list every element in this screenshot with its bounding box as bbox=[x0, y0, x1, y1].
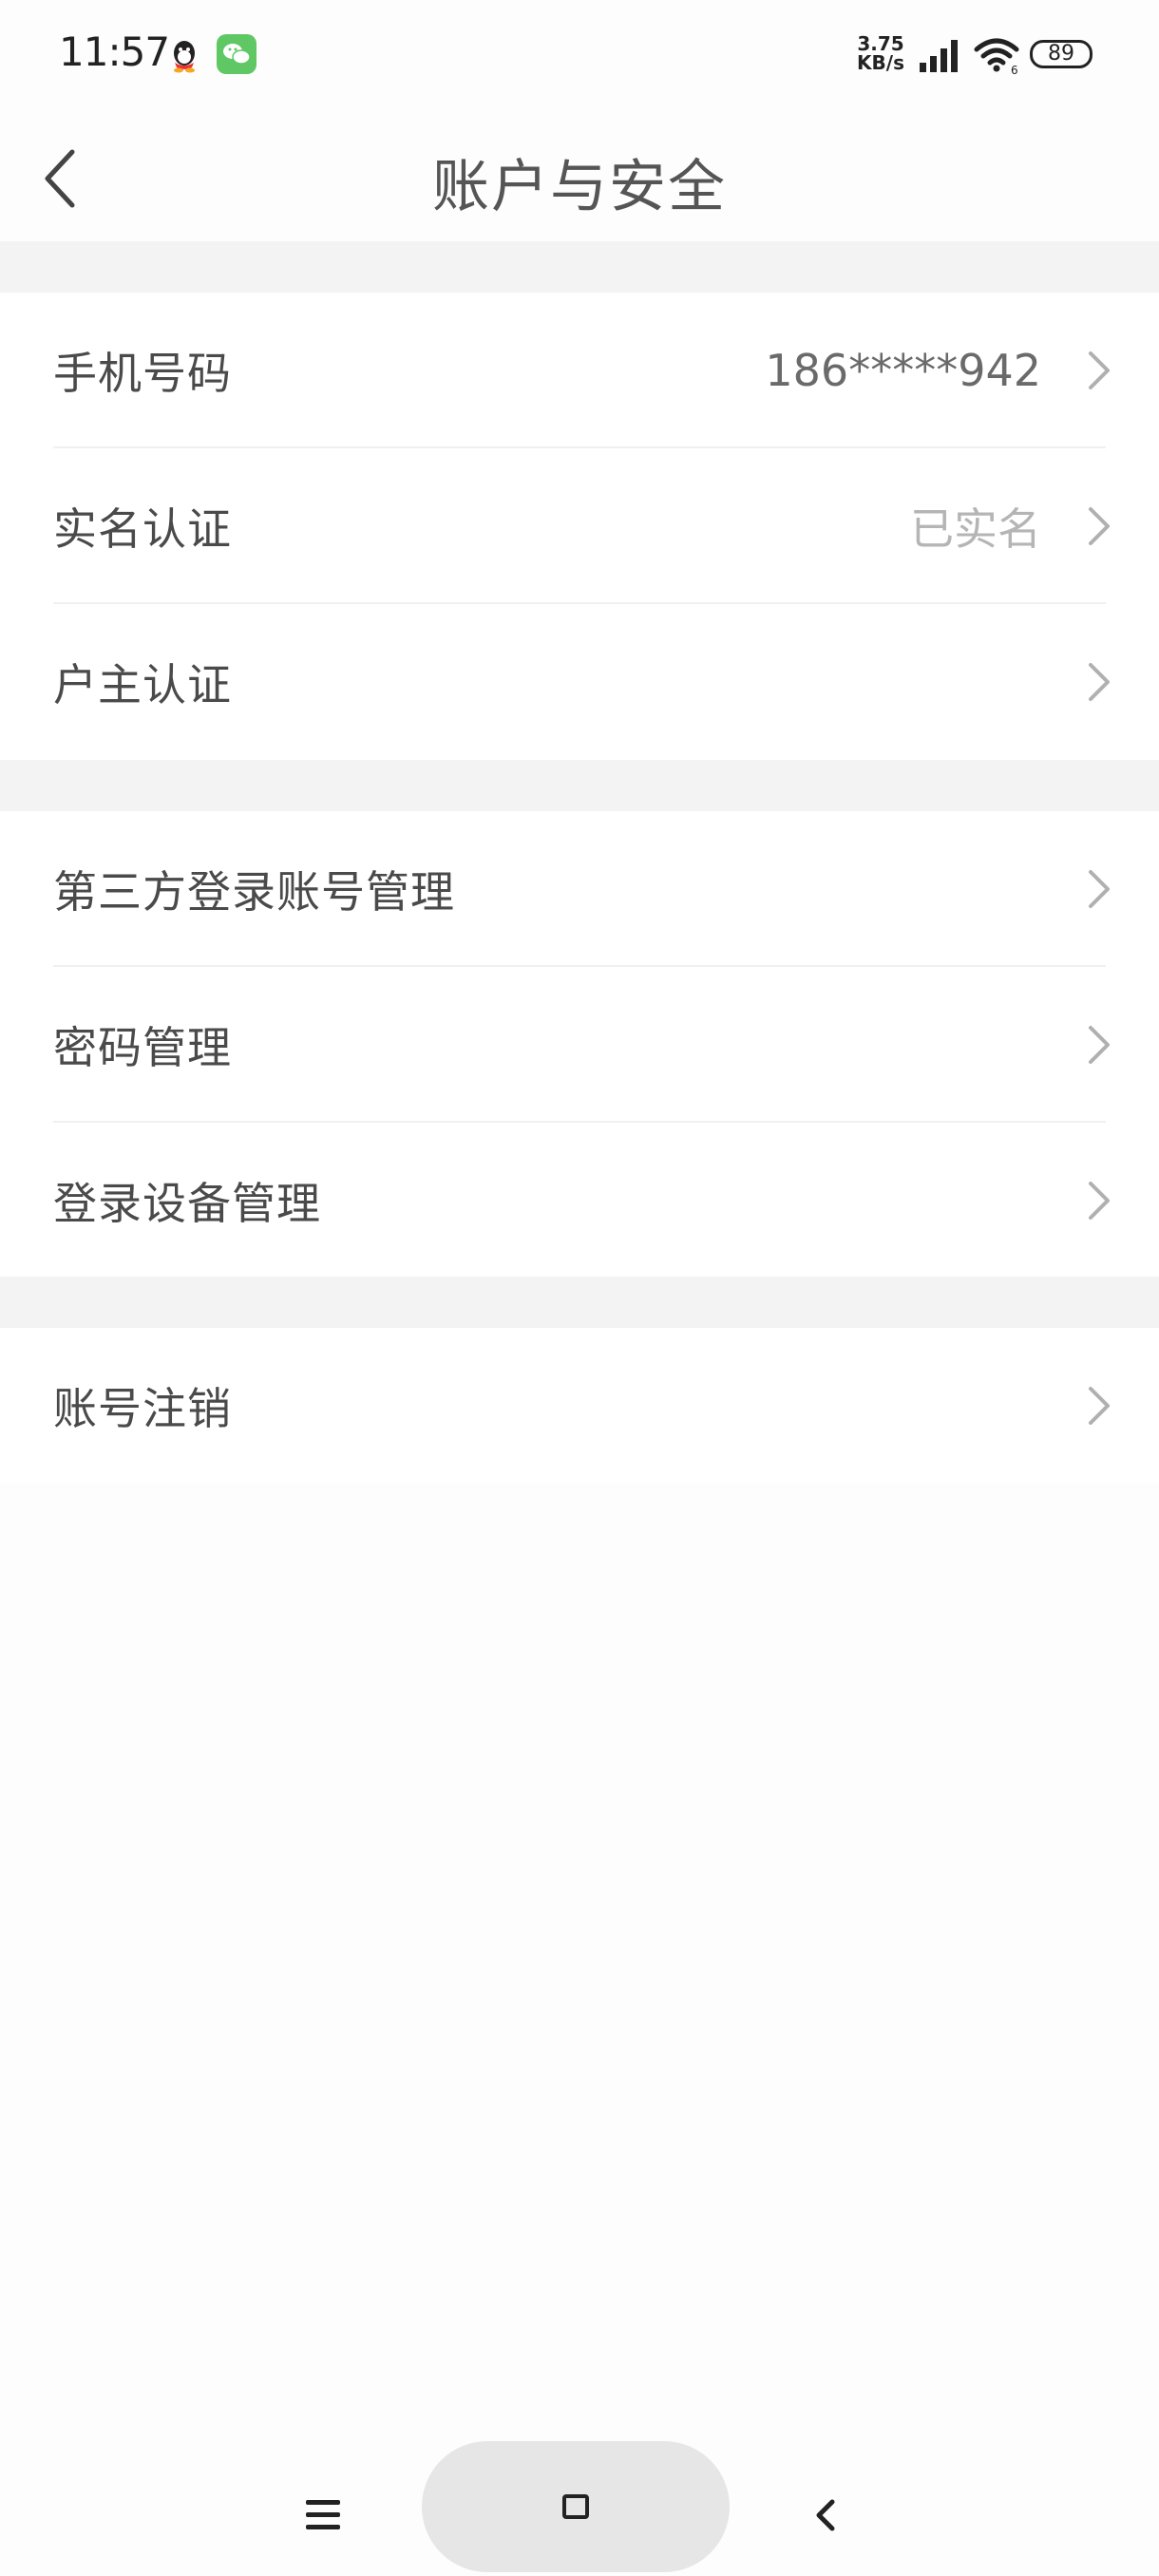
row-householder-verification[interactable]: 户主认证 bbox=[0, 604, 1159, 760]
row-label: 密码管理 bbox=[53, 1022, 232, 1073]
page-title: 账户与安全 bbox=[432, 154, 727, 220]
chevron-right-icon bbox=[1089, 870, 1110, 908]
account-deletion-group: 账号注销 bbox=[0, 1328, 1159, 1484]
row-label: 手机号码 bbox=[53, 348, 232, 399]
row-label: 实名认证 bbox=[53, 503, 232, 555]
chevron-right-icon bbox=[1089, 1387, 1110, 1425]
battery-icon: 89 bbox=[1030, 40, 1092, 68]
status-time: 11:57 bbox=[59, 28, 170, 75]
row-label: 账号注销 bbox=[53, 1383, 232, 1434]
system-nav-bar bbox=[0, 2413, 1159, 2576]
chevron-right-icon bbox=[1089, 507, 1110, 545]
row-phone-number[interactable]: 手机号码 186*****942 bbox=[0, 293, 1159, 448]
row-password-management[interactable]: 密码管理 bbox=[0, 967, 1159, 1123]
row-label: 登录设备管理 bbox=[53, 1178, 321, 1229]
wechat-icon bbox=[217, 34, 256, 74]
back-icon[interactable] bbox=[811, 2494, 840, 2536]
row-real-name-verification[interactable]: 实名认证 已实名 bbox=[0, 448, 1159, 604]
wifi-icon: 6 bbox=[974, 38, 1019, 74]
page-header: 账户与安全 bbox=[0, 110, 1159, 241]
phone-number-value: 186*****942 bbox=[765, 345, 1041, 396]
chevron-right-icon bbox=[1089, 663, 1110, 701]
chevron-right-icon bbox=[1089, 351, 1110, 389]
verification-status: 已实名 bbox=[910, 503, 1041, 555]
chevron-right-icon bbox=[1089, 1026, 1110, 1064]
section-gap bbox=[0, 241, 1159, 293]
account-info-group: 手机号码 186*****942 实名认证 已实名 户主认证 bbox=[0, 293, 1159, 760]
network-speed-unit: KB/s bbox=[857, 51, 904, 74]
section-gap bbox=[0, 1277, 1159, 1328]
qq-icon bbox=[174, 41, 195, 73]
status-bar: 11:57 3.75 KB/s 6 89 bbox=[0, 0, 1159, 110]
menu-icon[interactable] bbox=[302, 2496, 344, 2534]
chevron-right-icon bbox=[1089, 1182, 1110, 1220]
row-label: 户主认证 bbox=[53, 659, 232, 710]
svg-text:6: 6 bbox=[1011, 64, 1018, 74]
row-third-party-login[interactable]: 第三方登录账号管理 bbox=[0, 811, 1159, 967]
home-icon bbox=[562, 2494, 589, 2519]
row-label: 第三方登录账号管理 bbox=[53, 866, 455, 918]
home-button[interactable] bbox=[422, 2441, 730, 2572]
login-management-group: 第三方登录账号管理 密码管理 登录设备管理 bbox=[0, 811, 1159, 1277]
row-login-devices[interactable]: 登录设备管理 bbox=[0, 1123, 1159, 1279]
row-account-deletion[interactable]: 账号注销 bbox=[0, 1328, 1159, 1484]
signal-icon bbox=[920, 40, 958, 72]
network-speed-value: 3.75 bbox=[857, 32, 904, 55]
section-gap bbox=[0, 760, 1159, 811]
network-speed: 3.75 KB/s bbox=[855, 34, 906, 72]
